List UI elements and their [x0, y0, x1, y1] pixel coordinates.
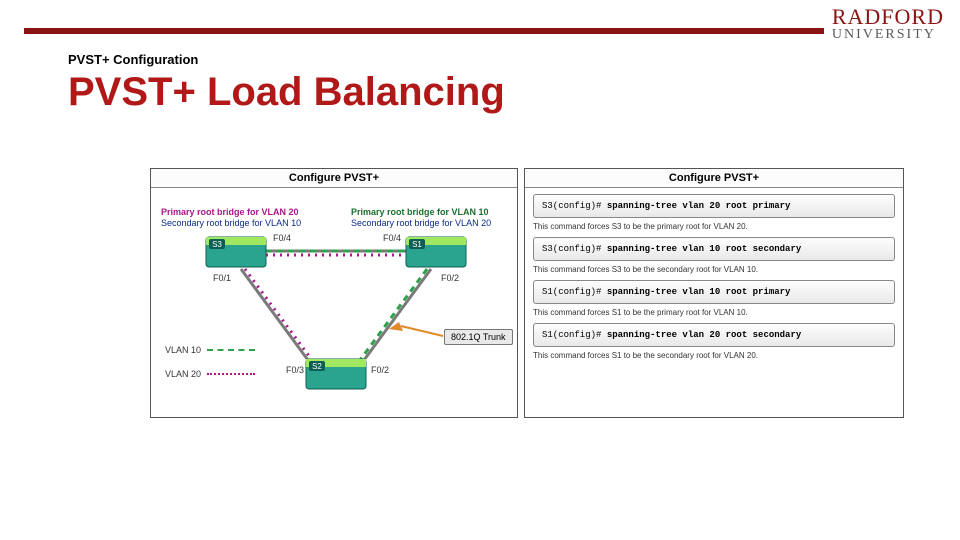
- trunk-badge: 802.1Q Trunk: [444, 329, 513, 345]
- legend-vlan20-label: VLAN 20: [165, 369, 201, 379]
- header-rule: [24, 28, 824, 34]
- topology-svg: S3 S1 S2: [151, 191, 517, 419]
- cmd-prompt: S3(config)#: [542, 201, 607, 211]
- cmd-explain-0: This command forces S3 to be the primary…: [533, 222, 895, 231]
- cmd-prompt: S3(config)#: [542, 244, 607, 254]
- port-f02-bot: F0/2: [371, 365, 389, 375]
- cmd-text: spanning-tree vlan 10 root primary: [607, 287, 791, 297]
- svg-text:S3: S3: [212, 240, 222, 249]
- commands-panel: Configure PVST+ S3(config)# spanning-tre…: [524, 168, 904, 418]
- cmd-prompt: S1(config)#: [542, 287, 607, 297]
- cmd-explain-2: This command forces S1 to be the primary…: [533, 308, 895, 317]
- legend-vlan20-swatch: [207, 373, 255, 375]
- content-row: Configure PVST+ Primary root bridge for …: [150, 168, 904, 418]
- svg-text:S2: S2: [312, 362, 322, 371]
- cmd-text: spanning-tree vlan 10 root secondary: [607, 244, 801, 254]
- cmd-box-2: S1(config)# spanning-tree vlan 10 root p…: [533, 280, 895, 304]
- commands-header: Configure PVST+: [525, 169, 903, 188]
- switch-s1: S1: [406, 237, 466, 267]
- cmd-explain-3: This command forces S1 to be the seconda…: [533, 351, 895, 360]
- switch-s2: S2: [306, 359, 366, 389]
- port-f04-left: F0/4: [273, 233, 291, 243]
- legend-vlan20: VLAN 20: [165, 369, 255, 379]
- cmd-text: spanning-tree vlan 20 root secondary: [607, 330, 801, 340]
- diagram-header: Configure PVST+: [151, 169, 517, 188]
- cmd-prompt: S1(config)#: [542, 330, 607, 340]
- port-f02-top: F0/2: [441, 273, 459, 283]
- switch-s3: S3: [206, 237, 266, 267]
- commands-body: S3(config)# spanning-tree vlan 20 root p…: [525, 188, 903, 368]
- slide-title: PVST+ Load Balancing: [68, 70, 505, 115]
- port-f04-right: F0/4: [383, 233, 401, 243]
- port-f01: F0/1: [213, 273, 231, 283]
- cmd-text: spanning-tree vlan 20 root primary: [607, 201, 791, 211]
- cmd-explain-1: This command forces S3 to be the seconda…: [533, 265, 895, 274]
- slide-subtitle: PVST+ Configuration: [68, 52, 198, 67]
- cmd-box-3: S1(config)# spanning-tree vlan 20 root s…: [533, 323, 895, 347]
- svg-text:S1: S1: [412, 240, 422, 249]
- cmd-box-0: S3(config)# spanning-tree vlan 20 root p…: [533, 194, 895, 218]
- brand-line1: RADFORD: [832, 6, 944, 28]
- port-f03: F0/3: [286, 365, 304, 375]
- diagram-panel: Configure PVST+ Primary root bridge for …: [150, 168, 518, 418]
- brand-line2: UNIVERSITY: [832, 28, 944, 42]
- brand-logo: RADFORD UNIVERSITY: [832, 6, 944, 42]
- legend-vlan10: VLAN 10: [165, 345, 255, 355]
- legend-vlan10-swatch: [207, 349, 255, 351]
- cmd-box-1: S3(config)# spanning-tree vlan 10 root s…: [533, 237, 895, 261]
- legend-vlan10-label: VLAN 10: [165, 345, 201, 355]
